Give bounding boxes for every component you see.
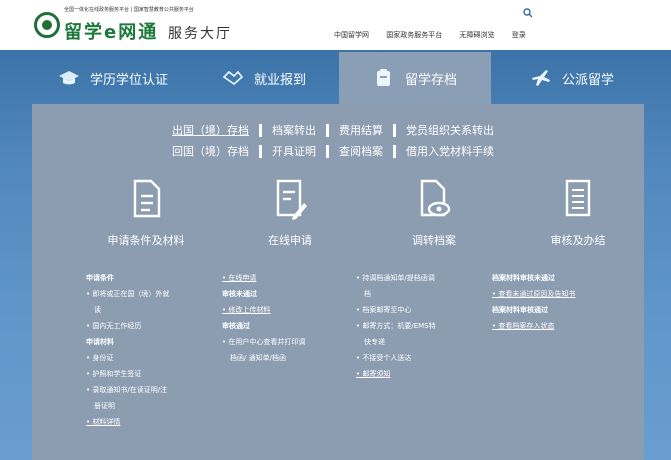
material-item: 身份证 — [86, 350, 206, 366]
material-details-link[interactable]: 材料详情 — [86, 414, 206, 430]
step-review-complete[interactable]: 审核及办结 — [508, 178, 648, 248]
tab-label: 公派留学 — [562, 72, 615, 88]
tab-study-archive[interactable]: 留学存档 — [339, 52, 491, 104]
edit-document-icon — [276, 179, 307, 220]
review-passed-heading: 审核通过 — [222, 322, 250, 330]
logo-main-text: 留学e网通 — [64, 22, 159, 43]
conditions-materials-column: 申请条件 即将或正在国（境）外就 读 国内无工作经历 申请材料 身份证 护照和学… — [86, 270, 206, 430]
transfer-item: 不接受个人送达 — [356, 350, 476, 366]
tab-label: 留学存档 — [405, 72, 458, 88]
tab-label: 就业报到 — [254, 72, 307, 88]
transfer-archive-column: 持调档通知单/提档函调 档 档案邮寄至中心 邮寄方式：机要/EMS特 快专递 不… — [356, 270, 476, 382]
step-label: 申请条件及材料 — [107, 234, 185, 247]
logo-emblem-icon — [34, 12, 60, 38]
review-complete-column: 档案材料审核未通过 查看未通过原因及告知书 档案材料审核通过 查看档案存入状态 — [492, 270, 632, 334]
material-review-passed-heading: 档案材料审核通过 — [492, 306, 548, 314]
subnav-outbound-archive[interactable]: 出国（境）存档 — [162, 122, 259, 138]
step-conditions-materials[interactable]: 申请条件及材料 — [76, 178, 216, 248]
online-apply-link[interactable]: 在线申请 — [222, 270, 342, 286]
top-link-china-study[interactable]: 中国留学网 — [334, 31, 369, 39]
step-label: 审核及办结 — [550, 234, 606, 247]
step-label: 在线申请 — [268, 234, 312, 247]
step-transfer-archive[interactable]: 调转档案 — [364, 178, 504, 248]
material-item: 护照和学生签证 — [86, 366, 206, 382]
subnav-fee-settlement[interactable]: 费用结算 — [329, 122, 393, 138]
subnav-transfer-out[interactable]: 档案转出 — [262, 122, 326, 138]
top-links: 中国留学网 国家政务服务平台 无障碍浏览 登录 — [334, 30, 541, 40]
step-label: 调转档案 — [412, 234, 456, 247]
transfer-item: 持调档通知单/提档函调 — [356, 270, 476, 286]
tab-label: 学历学位认证 — [90, 72, 169, 88]
top-link-login[interactable]: 登录 — [512, 31, 526, 39]
service-tabs: 学历学位认证 就业报到 留学存档 公派留学 — [0, 52, 671, 104]
process-steps: 申请条件及材料 在线申请 调转档案 审核及办结 — [32, 178, 644, 258]
subnav-row-1: 出国（境）存档 档案转出 费用结算 党员组织关系转出 — [162, 122, 504, 138]
transfer-item: 档案邮寄至中心 — [356, 302, 476, 318]
checklist-icon — [565, 179, 591, 217]
review-failed-heading: 审核未通过 — [222, 290, 257, 298]
transfer-item: 邮寄方式：机要/EMS特 — [356, 318, 476, 334]
transfer-item-continued: 快专递 — [364, 338, 385, 346]
material-item: 录取通知书/在读证明/注 — [86, 382, 206, 398]
logo-top-text: 全国一体化在线政务服务平台 | 国家智慧教育公共服务平台 — [64, 7, 194, 13]
handshake-icon — [222, 67, 244, 89]
subnav-row-2: 回国（境）存档 开具证明 查阅档案 借用入党材料手续 — [162, 143, 504, 159]
tab-degree-certification[interactable]: 学历学位认证 — [58, 52, 208, 104]
tab-government-study[interactable]: 公派留学 — [530, 52, 660, 104]
subnav-view-archive[interactable]: 查阅档案 — [329, 143, 393, 159]
graduation-cap-icon — [58, 67, 80, 89]
subnav-party-transfer[interactable]: 党员组织关系转出 — [396, 122, 504, 138]
archive-icon — [373, 67, 395, 89]
material-item-continued: 册证明 — [94, 402, 115, 410]
tab-employment-report[interactable]: 就业报到 — [222, 52, 342, 104]
print-notice-continued: 档函/ 通知单/档函 — [230, 354, 286, 362]
view-archive-status-link[interactable]: 查看档案存入状态 — [492, 318, 632, 334]
site-logo[interactable]: 全国一体化在线政务服务平台 | 国家智慧教育公共服务平台 留学e网通 服务大厅 — [34, 6, 244, 46]
view-failure-reason-link[interactable]: 查看未通过原因及告知书 — [492, 286, 632, 302]
top-link-accessibility[interactable]: 无障碍浏览 — [459, 31, 494, 39]
top-link-gov-platform[interactable]: 国家政务服务平台 — [386, 31, 442, 39]
subnav-borrow-party-materials[interactable]: 借用入党材料手续 — [396, 143, 504, 159]
material-review-failed-heading: 档案材料审核未通过 — [492, 274, 555, 282]
condition-item: 即将或正在国（境）外就 — [86, 286, 206, 302]
site-header: 全国一体化在线政务服务平台 | 国家智慧教育公共服务平台 留学e网通 服务大厅 … — [0, 0, 671, 50]
airplane-icon — [530, 67, 552, 89]
modify-materials-link[interactable]: 修改上传材料 — [222, 302, 342, 318]
search-icon[interactable] — [523, 8, 533, 18]
step-online-application[interactable]: 在线申请 — [220, 178, 360, 248]
logo-sub-text: 服务大厅 — [168, 26, 232, 42]
document-view-icon — [420, 179, 451, 217]
subnav-return-archive[interactable]: 回国（境）存档 — [162, 143, 259, 159]
document-icon — [133, 179, 161, 218]
materials-heading: 申请材料 — [86, 338, 114, 346]
condition-item: 国内无工作经历 — [86, 318, 206, 334]
mailing-notice-link[interactable]: 邮寄须知 — [356, 366, 476, 382]
subnav-issue-certificate[interactable]: 开具证明 — [262, 143, 326, 159]
condition-item-continued: 读 — [94, 306, 101, 314]
online-application-column: 在线申请 审核未通过 修改上传材料 审核通过 在用户中心查看并打印调 档函/ 通… — [222, 270, 342, 366]
transfer-item-continued: 档 — [364, 290, 371, 298]
conditions-heading: 申请条件 — [86, 274, 114, 282]
print-notice-item: 在用户中心查看并打印调 — [222, 334, 342, 350]
